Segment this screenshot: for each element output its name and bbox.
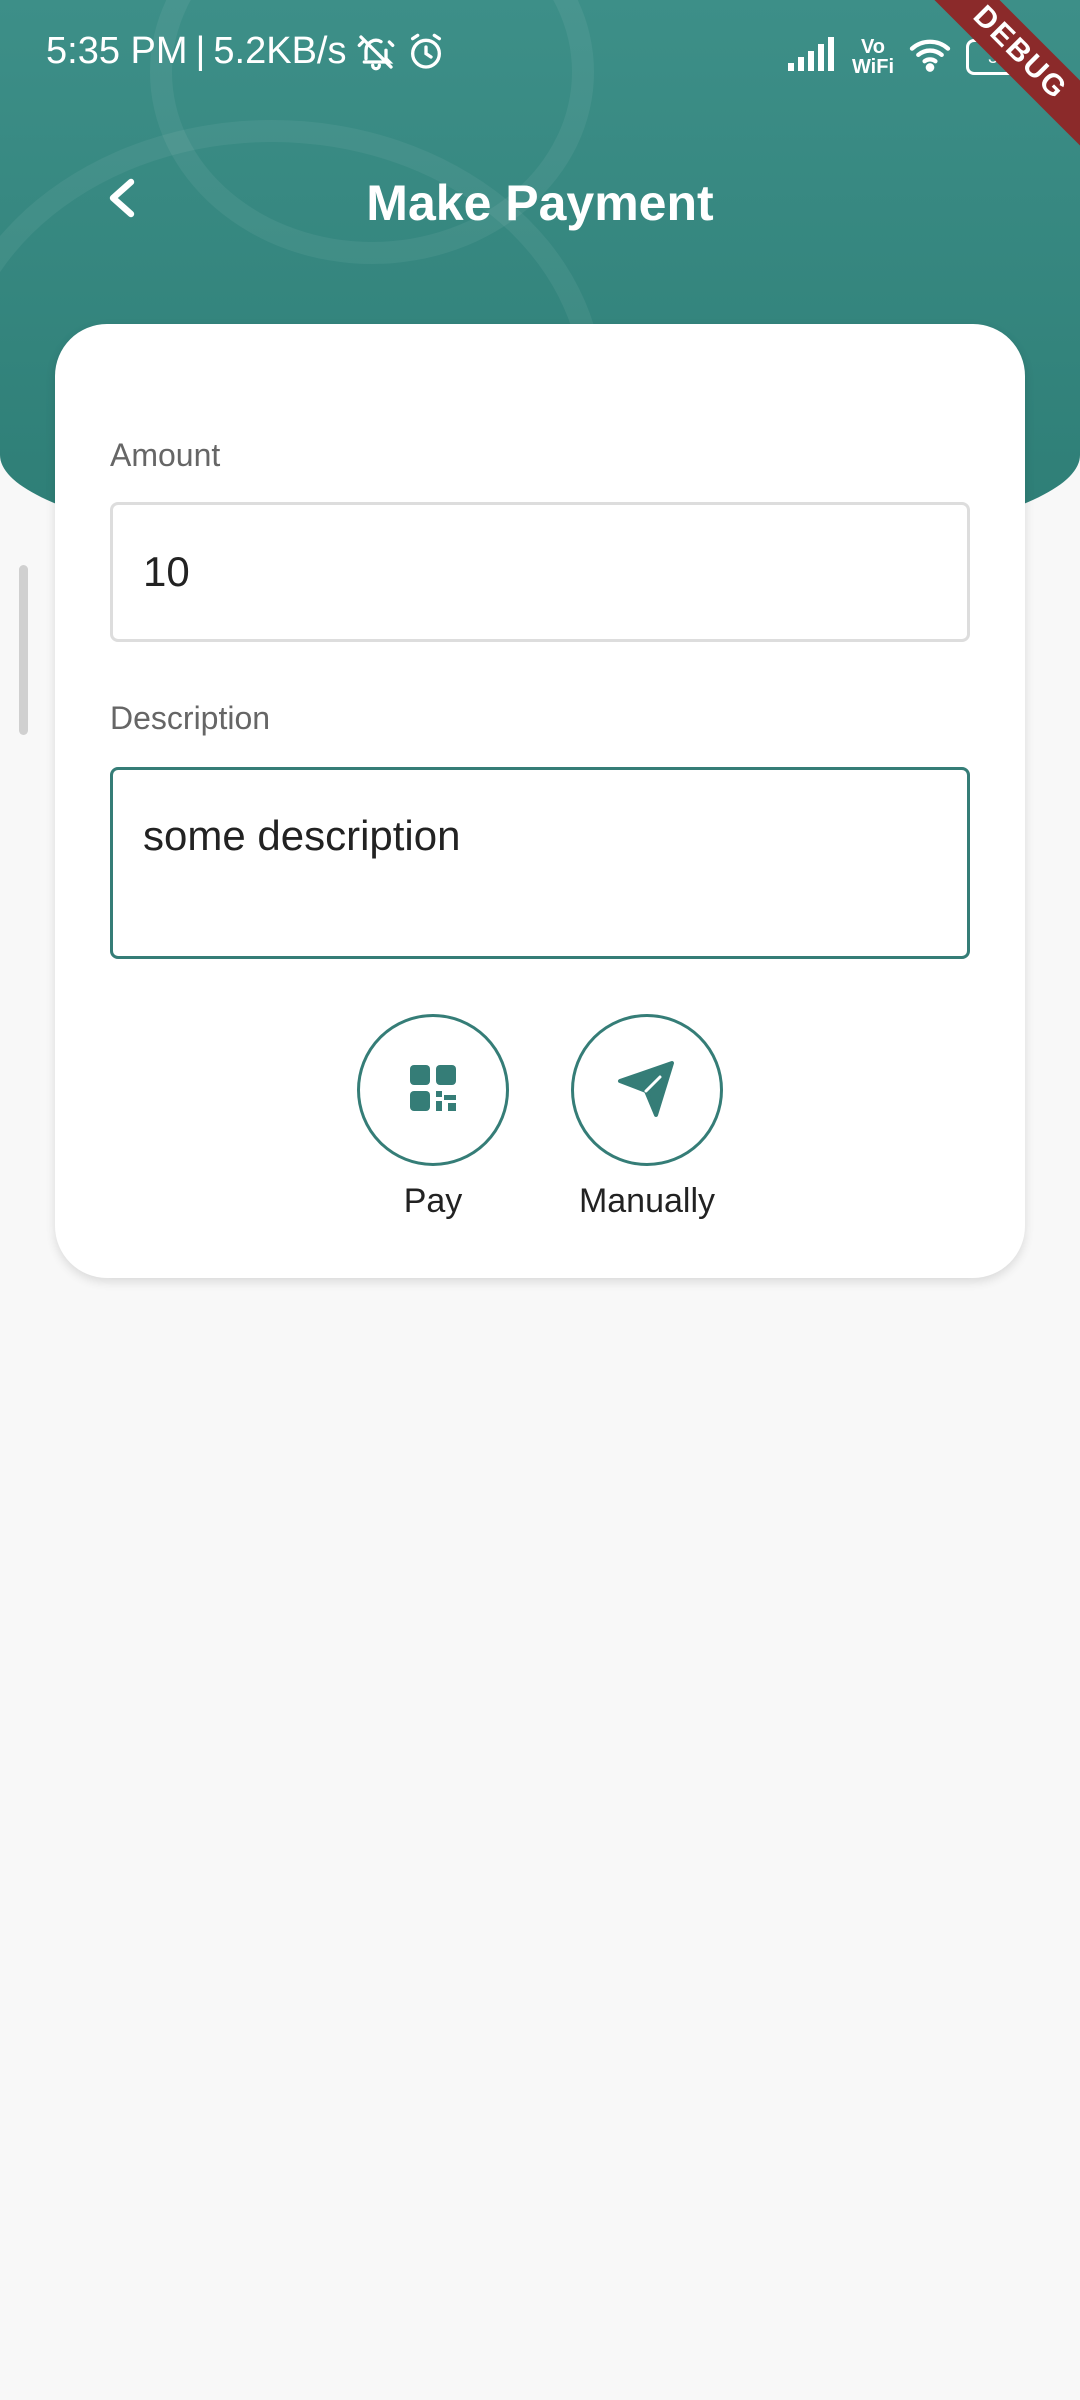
status-separator: | <box>195 30 206 72</box>
amount-label: Amount <box>110 437 221 473</box>
pay-action[interactable]: Pay <box>357 1014 509 1221</box>
signal-icon <box>787 37 838 76</box>
page-title: Make Payment <box>366 175 714 231</box>
send-icon <box>616 1057 678 1124</box>
vowifi-bottom: WiFi <box>851 55 894 78</box>
manually-button[interactable] <box>571 1014 723 1166</box>
pay-label: Pay <box>403 1182 463 1220</box>
amount-value: 10 <box>143 548 190 595</box>
description-label: Description <box>110 700 271 736</box>
vowifi-indicator: Vo WiFi <box>852 37 894 77</box>
description-input[interactable]: some description <box>110 767 970 959</box>
payment-card: Amount 10 Description some description P… <box>55 324 1025 1278</box>
manually-label: Manually <box>578 1182 716 1220</box>
description-value: some description <box>143 812 461 859</box>
bell-off-icon <box>354 32 398 72</box>
manual-action[interactable]: Manually <box>571 1014 723 1221</box>
alarm-icon <box>406 32 446 72</box>
payment-actions: Pay Manually <box>55 1014 1025 1221</box>
qr-code-icon <box>408 1063 458 1118</box>
status-time: 5:35 PM <box>46 30 188 72</box>
status-network-speed: 5.2KB/s <box>213 30 347 72</box>
vowifi-top: Vo <box>860 35 886 58</box>
pay-button[interactable] <box>357 1014 509 1166</box>
amount-input[interactable]: 10 <box>110 502 970 642</box>
status-bar: 5:35 PM | 5.2KB/s Vo WiFi <box>0 0 1080 110</box>
status-left: 5:35 PM | 5.2KB/s <box>46 30 446 73</box>
wifi-icon <box>908 36 952 77</box>
app-bar: Make Payment <box>0 160 1080 240</box>
scroll-indicator <box>19 565 28 735</box>
